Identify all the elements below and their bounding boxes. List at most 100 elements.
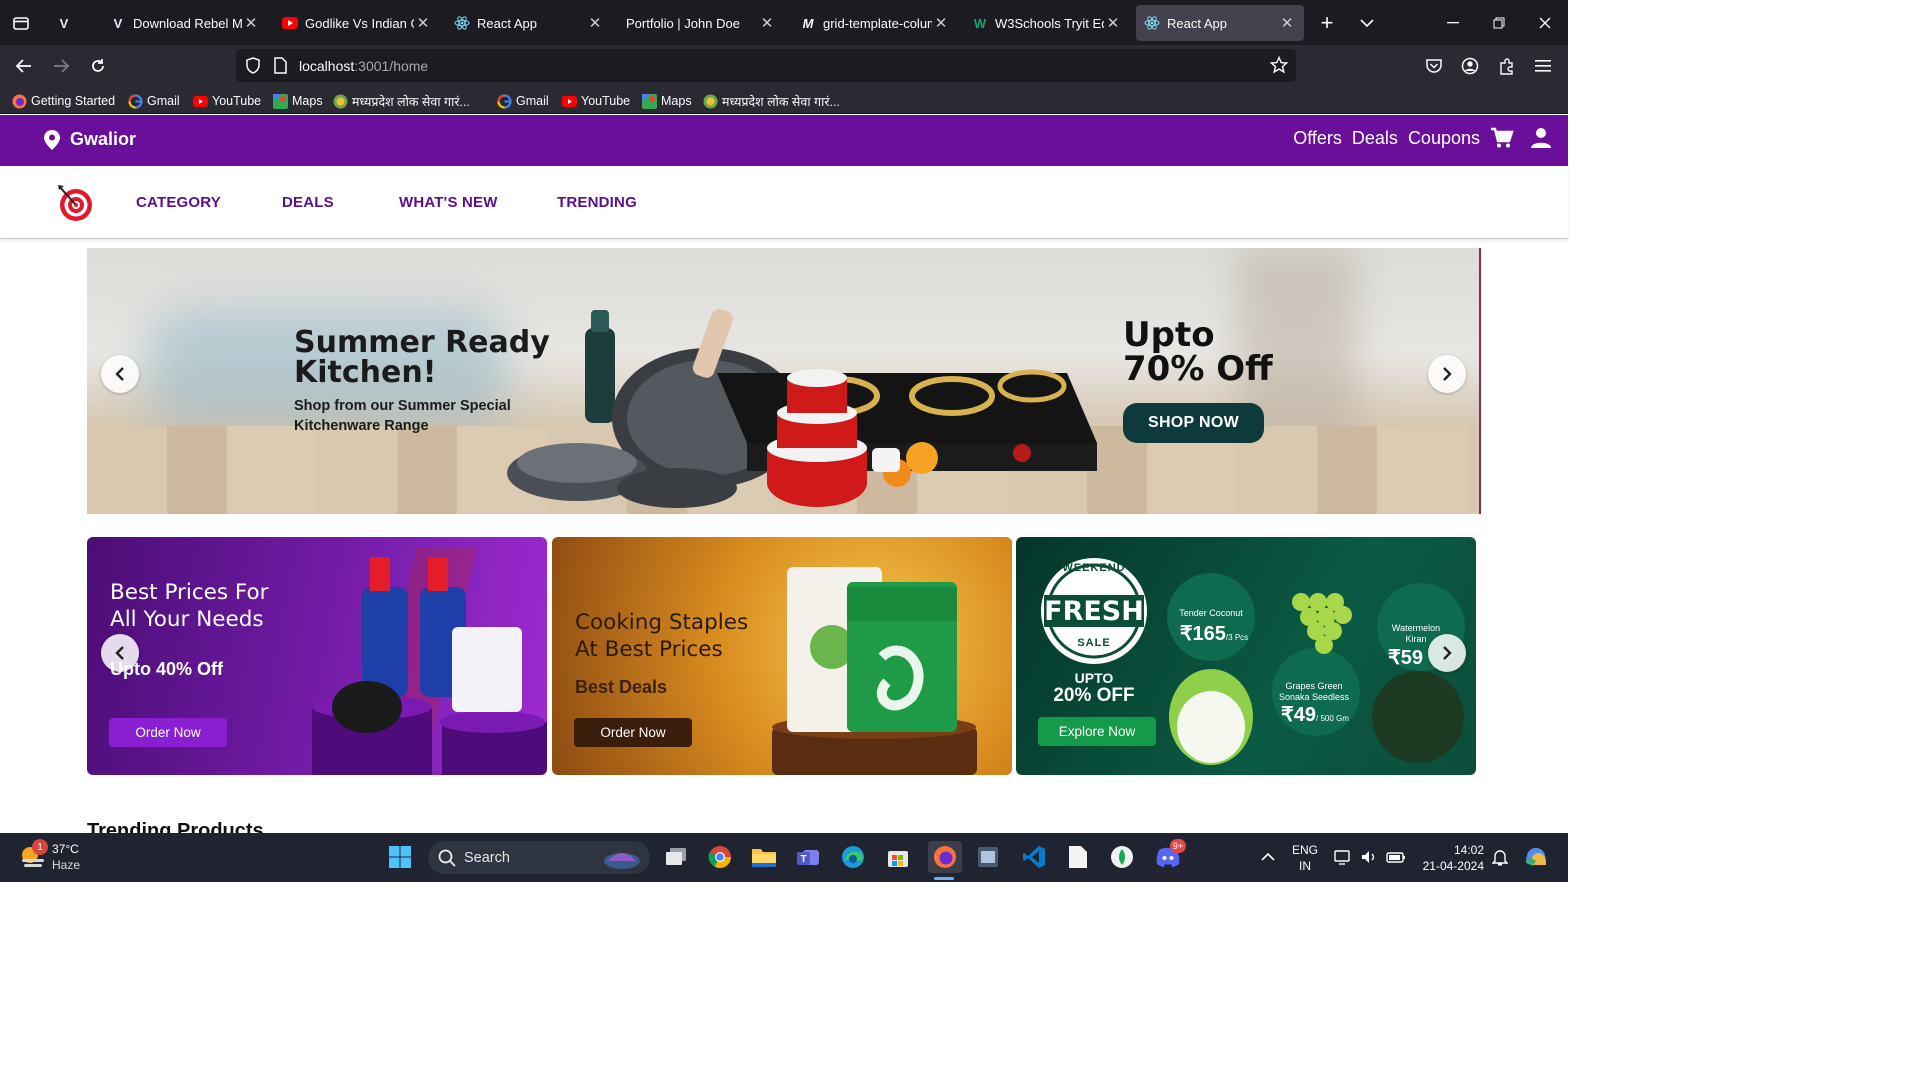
tab-godlike[interactable]: Godlike Vs Indian Ga ✕: [274, 5, 440, 41]
tab-react-app-1[interactable]: React App ✕: [446, 5, 612, 41]
network-icon: [1334, 850, 1350, 865]
reload-icon: [92, 59, 104, 72]
tab-portfolio[interactable]: Portfolio | John Doe ✕: [618, 5, 784, 41]
nav-trending[interactable]: TRENDING: [557, 194, 637, 211]
minimize-button[interactable]: [1430, 0, 1476, 45]
order-now-button[interactable]: Order Now: [109, 718, 227, 747]
coupons-link[interactable]: Coupons: [1408, 128, 1480, 149]
hero-edge: [1479, 248, 1481, 514]
tab-download-rebel[interactable]: V Download Rebel Mo ✕: [102, 5, 268, 41]
url-bar[interactable]: localhost:3001/home: [236, 49, 1296, 82]
restore-icon: [1493, 17, 1505, 28]
bookmark-gmail-2[interactable]: Gmail: [497, 92, 549, 110]
taskbar-search[interactable]: Search: [428, 841, 650, 874]
user-icon[interactable]: [1530, 127, 1552, 149]
main-nav: CATEGORY DEALS WHAT'S NEW TRENDING: [0, 166, 1568, 239]
bookmark-gmail[interactable]: Gmail: [128, 92, 180, 110]
close-tab-icon[interactable]: ✕: [242, 14, 260, 32]
start-button[interactable]: [386, 843, 414, 871]
file-explorer-button[interactable]: [750, 843, 778, 871]
notepad-button[interactable]: [1064, 843, 1092, 871]
close-tab-icon[interactable]: ✕: [758, 14, 776, 32]
promo-card-cleaning[interactable]: Best Prices For All Your Needs Upto 40% O…: [87, 537, 547, 775]
language-indicator[interactable]: ENG IN: [1292, 842, 1318, 874]
bookmark-mp-lok-seva[interactable]: मध्यप्रदेश लोक सेवा गारं...: [333, 92, 470, 110]
star-icon[interactable]: [1270, 56, 1288, 74]
cart-icon[interactable]: [1490, 127, 1514, 149]
mp-emblem-icon: [703, 94, 718, 109]
bookmark-maps-2[interactable]: Maps: [642, 92, 692, 110]
close-tab-icon[interactable]: ✕: [414, 14, 432, 32]
back-button[interactable]: [10, 52, 38, 80]
pocket-button[interactable]: [1420, 52, 1448, 80]
mongodb-compass-button[interactable]: [1108, 843, 1136, 871]
product-price: ₹59: [1388, 647, 1423, 669]
close-tab-icon[interactable]: ✕: [1104, 14, 1122, 32]
snipping-tool-button[interactable]: [974, 843, 1002, 871]
store-button[interactable]: [884, 843, 912, 871]
restore-button[interactable]: [1476, 0, 1522, 45]
cards-prev-button[interactable]: [101, 634, 139, 672]
card-title: Best Prices For All Your Needs: [110, 580, 269, 632]
clock[interactable]: 14:02 21-04-2024: [1414, 842, 1484, 874]
chevron-left-icon: [115, 646, 124, 660]
chrome-taskbar-button[interactable]: [706, 843, 734, 871]
nav-deals[interactable]: DEALS: [282, 194, 334, 211]
tab-vivaldi-pinned[interactable]: V: [48, 5, 88, 41]
language-code: ENG: [1292, 843, 1319, 857]
location-selector[interactable]: Gwalior: [44, 129, 136, 150]
bookmark-mp-lok-seva-2[interactable]: मध्यप्रदेश लोक सेवा गारं...: [703, 92, 840, 110]
tab-list-button[interactable]: [0, 0, 42, 45]
nav-category[interactable]: CATEGORY: [136, 194, 221, 211]
tab-w3schools[interactable]: W W3Schools Tryit Edito ✕: [964, 5, 1130, 41]
bookmark-youtube-2[interactable]: YouTube: [562, 92, 630, 110]
show-hidden-icons-button[interactable]: [1254, 843, 1282, 871]
badge-sale: SALE: [1077, 637, 1111, 649]
firefox-taskbar-button[interactable]: [928, 841, 962, 873]
close-tab-icon[interactable]: ✕: [586, 14, 604, 32]
teams-button[interactable]: T: [794, 843, 822, 871]
order-now-button[interactable]: Order Now: [574, 718, 692, 747]
offers-link[interactable]: Offers: [1293, 128, 1342, 149]
explore-now-button[interactable]: Explore Now: [1038, 717, 1156, 746]
discord-button[interactable]: 9+: [1154, 839, 1186, 871]
promo-card-fresh-sale[interactable]: WEEKEND FRESH SALE UPTO 20% OFF Explore …: [1016, 537, 1476, 775]
bookmark-maps[interactable]: Maps: [273, 92, 323, 110]
menu-button[interactable]: [1529, 52, 1557, 80]
account-button[interactable]: [1456, 52, 1484, 80]
google-icon: [497, 93, 512, 109]
close-tab-icon[interactable]: ✕: [932, 14, 950, 32]
close-tab-icon[interactable]: ✕: [1278, 14, 1296, 32]
page-icon[interactable]: [274, 57, 287, 74]
weather-widget[interactable]: 1 37°C Haze: [18, 839, 98, 875]
close-window-button[interactable]: [1522, 0, 1568, 45]
task-view-icon: [666, 848, 686, 865]
reload-button[interactable]: [84, 52, 112, 80]
vscode-button[interactable]: [1020, 843, 1048, 871]
hero-next-button[interactable]: [1428, 355, 1466, 393]
nav-whats-new[interactable]: WHAT'S NEW: [399, 194, 498, 211]
notifications-button[interactable]: [1486, 843, 1514, 871]
shield-icon[interactable]: [245, 57, 261, 74]
target-logo-icon[interactable]: [56, 184, 94, 222]
bookmark-getting-started[interactable]: Getting Started: [12, 92, 115, 110]
promo-card-staples[interactable]: Cooking Staples At Best Prices Best Deals…: [552, 537, 1012, 775]
tab-react-app-active[interactable]: React App ✕: [1136, 5, 1304, 41]
forward-button[interactable]: [47, 52, 75, 80]
hero-prev-button[interactable]: [101, 355, 139, 393]
system-tray[interactable]: [1334, 848, 1406, 866]
url-text[interactable]: localhost:3001/home: [299, 58, 428, 74]
tab-mdn-grid[interactable]: M grid-template-colum ✕: [792, 5, 958, 41]
extensions-button[interactable]: [1493, 52, 1521, 80]
bookmark-youtube[interactable]: YouTube: [193, 92, 261, 110]
copilot-button[interactable]: [1522, 843, 1550, 871]
shop-now-button[interactable]: SHOP NOW: [1123, 403, 1264, 443]
deals-link[interactable]: Deals: [1352, 128, 1398, 149]
edge-button[interactable]: [839, 843, 867, 871]
task-view-button[interactable]: [662, 843, 690, 871]
cards-next-button[interactable]: [1428, 634, 1466, 672]
list-all-tabs-button[interactable]: [1344, 0, 1390, 45]
weather-alert-badge: 1: [32, 839, 48, 855]
hero-banner[interactable]: Summer Ready Kitchen! Shop from our Summe…: [87, 248, 1481, 514]
bookmark-label: Gmail: [516, 94, 549, 108]
